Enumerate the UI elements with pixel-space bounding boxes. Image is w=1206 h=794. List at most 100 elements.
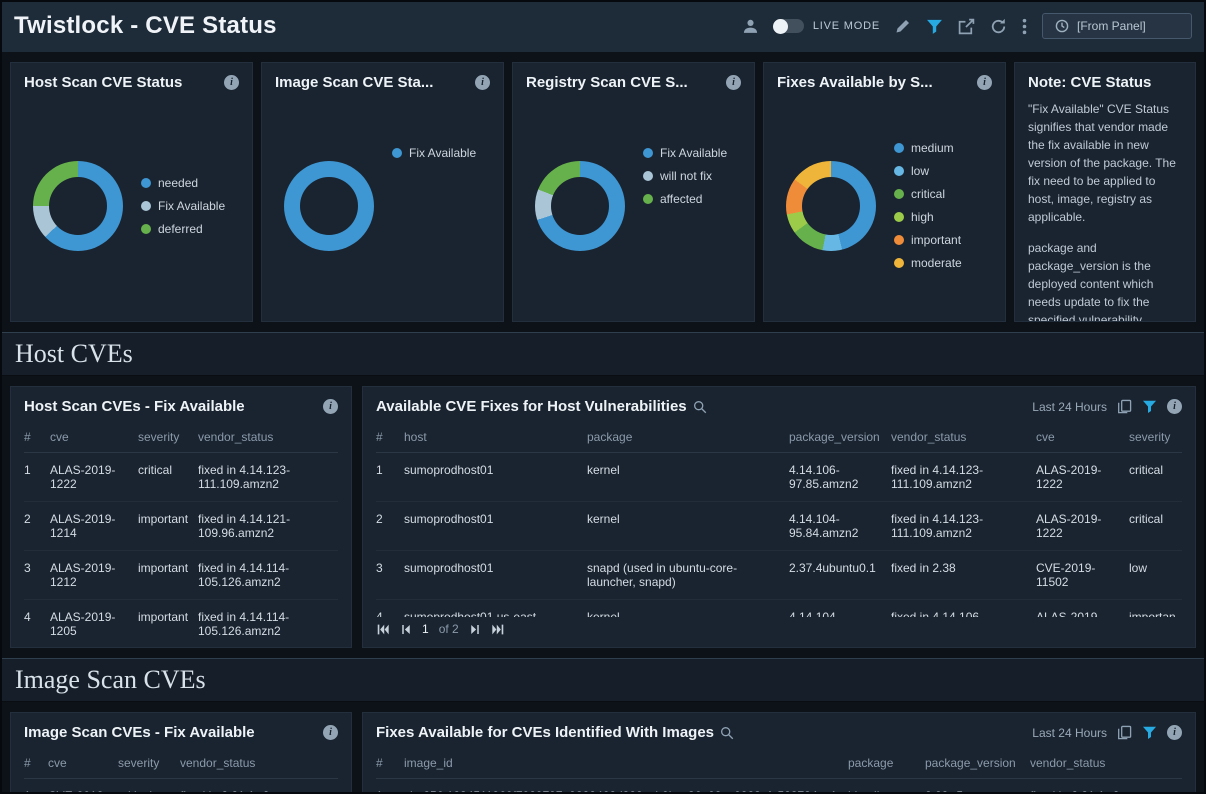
donut-chart[interactable]: [33, 161, 123, 251]
section-header-host-cves: Host CVEs: [0, 332, 1206, 376]
legend-item[interactable]: needed: [141, 176, 225, 190]
info-icon[interactable]: [475, 75, 490, 90]
panel-fixes-available-by-severity: Fixes Available by S... medium low criti…: [763, 62, 1006, 322]
cell: fixed in 4.14.114-105.126.amzn2: [198, 600, 338, 648]
last-page-button[interactable]: [491, 623, 505, 636]
info-icon[interactable]: [1167, 725, 1182, 740]
donut-hole: [551, 177, 609, 235]
cell: 3: [376, 551, 404, 600]
legend-swatch: [643, 194, 653, 204]
column-header[interactable]: image_id: [404, 748, 848, 779]
cell: sha256:1234511960f7029797e9382462d382ecb…: [404, 779, 848, 794]
column-header[interactable]: severity: [118, 748, 180, 779]
column-header[interactable]: cve: [48, 748, 118, 779]
donut-chart[interactable]: [786, 161, 876, 251]
legend-item[interactable]: high: [894, 210, 962, 224]
table-row[interactable]: 1 sumoprodhost01 kernel 4.14.106-97.85.a…: [376, 453, 1182, 502]
table-row[interactable]: 3 sumoprodhost01 snapd (used in ubuntu-c…: [376, 551, 1182, 600]
prev-page-button[interactable]: [400, 623, 412, 636]
next-page-button[interactable]: [469, 623, 481, 636]
filter-icon[interactable]: [926, 18, 943, 35]
section-title: Image Scan CVEs: [15, 665, 206, 695]
table-row[interactable]: 2 sumoprodhost01 kernel 4.14.104-95.84.a…: [376, 502, 1182, 551]
legend-item[interactable]: affected: [643, 192, 727, 206]
legend-item[interactable]: Fix Available: [643, 146, 727, 160]
info-icon[interactable]: [323, 399, 338, 414]
column-header[interactable]: vendor_status: [180, 748, 338, 779]
info-icon[interactable]: [1167, 399, 1182, 414]
legend-item[interactable]: Fix Available: [392, 146, 476, 160]
column-header[interactable]: #: [376, 748, 404, 779]
legend-item[interactable]: moderate: [894, 256, 962, 270]
note-text: "Fix Available" CVE Status signifies tha…: [1015, 98, 1195, 321]
cell: important: [138, 600, 198, 648]
time-range-picker[interactable]: [From Panel]: [1042, 13, 1192, 39]
column-header[interactable]: package_version: [789, 422, 891, 453]
legend-label: deferred: [158, 222, 203, 236]
panel-note-cve-status: Note: CVE Status "Fix Available" CVE Sta…: [1014, 62, 1196, 322]
legend-item[interactable]: Fix Available: [141, 199, 225, 213]
edit-pencil-icon[interactable]: [895, 18, 911, 34]
table-row[interactable]: 1 sha256:1234511960f7029797e9382462d382e…: [376, 779, 1182, 794]
table-header-row: # image_id package package_version vendo…: [376, 748, 1182, 779]
legend-item[interactable]: critical: [894, 187, 962, 201]
legend-item[interactable]: will not fix: [643, 169, 727, 183]
cell: sumoprodhost01: [404, 453, 587, 502]
search-icon[interactable]: [693, 400, 707, 414]
cell: kernel: [587, 453, 789, 502]
column-header[interactable]: vendor_status: [1030, 748, 1182, 779]
column-header[interactable]: cve: [50, 422, 138, 453]
column-header[interactable]: package_version: [925, 748, 1030, 779]
legend-swatch: [643, 148, 653, 158]
live-mode-toggle[interactable]: [774, 19, 804, 33]
copy-panel-icon[interactable]: [1117, 725, 1132, 740]
table-header-row: # cve severity vendor_status: [24, 422, 338, 453]
user-icon[interactable]: [742, 18, 759, 35]
column-header[interactable]: host: [404, 422, 587, 453]
table-row[interactable]: 1 ALAS-2019-1222 critical fixed in 4.14.…: [24, 453, 338, 502]
column-header[interactable]: #: [376, 422, 404, 453]
table-row[interactable]: 3 ALAS-2019-1212 important fixed in 4.14…: [24, 551, 338, 600]
info-icon[interactable]: [224, 75, 239, 90]
filter-icon[interactable]: [1142, 725, 1157, 740]
legend-swatch: [141, 201, 151, 211]
column-header[interactable]: vendor_status: [198, 422, 338, 453]
legend-label: moderate: [911, 256, 962, 270]
copy-panel-icon[interactable]: [1117, 399, 1132, 414]
legend-swatch: [894, 166, 904, 176]
donut-chart[interactable]: [284, 161, 374, 251]
column-header[interactable]: severity: [1129, 422, 1182, 453]
time-range-label: [From Panel]: [1077, 19, 1146, 33]
legend-label: low: [911, 164, 929, 178]
cell: fixed in 2.21.1-r2: [180, 779, 338, 794]
legend-item[interactable]: medium: [894, 141, 962, 155]
cell: ALAS-2019-1212: [50, 551, 138, 600]
table-row[interactable]: 4 sumoprodhost01.us-east- kernel 4.14.10…: [376, 600, 1182, 618]
cell: ALAS-2019-1222: [50, 453, 138, 502]
donut-chart[interactable]: [535, 161, 625, 251]
column-header[interactable]: package: [848, 748, 925, 779]
search-icon[interactable]: [720, 726, 734, 740]
info-icon[interactable]: [323, 725, 338, 740]
table-row[interactable]: 1 CVE-2018- critical fixed in 2.21.1-r2: [24, 779, 338, 794]
table-row[interactable]: 2 ALAS-2019-1214 important fixed in 4.14…: [24, 502, 338, 551]
legend-item[interactable]: low: [894, 164, 962, 178]
column-header[interactable]: cve: [1036, 422, 1129, 453]
refresh-icon[interactable]: [990, 18, 1007, 35]
info-icon[interactable]: [977, 75, 992, 90]
column-header[interactable]: #: [24, 422, 50, 453]
column-header[interactable]: package: [587, 422, 789, 453]
table-row[interactable]: 4 ALAS-2019-1205 important fixed in 4.14…: [24, 600, 338, 648]
column-header[interactable]: vendor_status: [891, 422, 1036, 453]
kebab-menu-icon[interactable]: [1022, 18, 1027, 35]
cell: ALAS-2019-: [1036, 600, 1129, 618]
filter-icon[interactable]: [1142, 399, 1157, 414]
legend-item[interactable]: important: [894, 233, 962, 247]
info-icon[interactable]: [726, 75, 741, 90]
column-header[interactable]: severity: [138, 422, 198, 453]
column-header[interactable]: #: [24, 748, 48, 779]
share-export-icon[interactable]: [958, 18, 975, 35]
dashboard-header: Twistlock - CVE Status LIVE MODE [From P…: [0, 0, 1206, 52]
first-page-button[interactable]: [376, 623, 390, 636]
legend-item[interactable]: deferred: [141, 222, 225, 236]
